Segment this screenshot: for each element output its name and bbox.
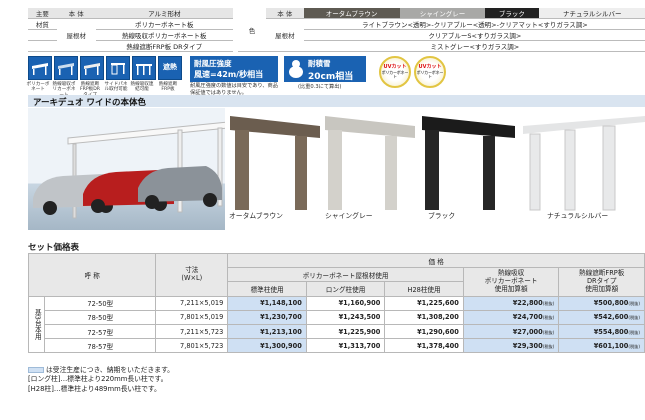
spec-material-label: 材質	[28, 18, 57, 30]
price-table: 呼 称 寸法 (W×L) 価 格 ポリカーボネート屋根材使用 熱線吸収 ポリカー…	[27, 252, 645, 354]
row-frp-price: ¥500,800(税抜)	[558, 295, 645, 311]
wind-value: 風速=42m/秒相当	[194, 70, 264, 79]
row-heat-price: ¥24,700(税抜)	[462, 309, 560, 325]
spec-main-label: 主要	[28, 8, 57, 19]
variant-label-natural-silver: ナチュラルシルバー	[547, 212, 609, 220]
price-head-name: 呼 称	[27, 253, 157, 297]
row-long-price: ¥1,243,500	[305, 309, 386, 325]
row-standard-price: ¥1,230,700	[227, 309, 307, 325]
roof-color-row: ミストグレー<すりガラス調>	[303, 40, 645, 52]
row-h28-price: ¥1,308,200	[384, 309, 464, 325]
carport-photo	[28, 108, 229, 230]
table-row: 基3台本用 72-50型 7,211×5,019 ¥1,148,100 ¥1,1…	[27, 295, 645, 354]
feature-badges: 遮熱	[28, 56, 182, 80]
footnote: は受注生産につき、納期をいただきます。	[28, 366, 174, 375]
uv-cut-badge: UVカット ポリカーボネート	[379, 56, 411, 88]
uv-cut-badge: UVカット ポリカーボネート	[414, 56, 446, 88]
color-spec-table: 色 本 体 オータムブラウン シャイングレー ブラック ナチュラルシルバー 屋根…	[238, 8, 645, 52]
wind-resistance-badge: 耐風圧強度 風速=42m/秒相当	[190, 56, 278, 82]
variant-label-black: ブラック	[428, 212, 456, 220]
wind-title: 耐風圧強度	[194, 59, 232, 68]
table-row: 72-57型 7,211×5,723 ¥1,213,100 ¥1,225,900…	[29, 323, 645, 340]
spec-roof-value: 熱線遮断FRP板 DRタイプ	[95, 40, 233, 52]
row-standard-price: ¥1,148,100	[227, 295, 307, 311]
snow-value: 20cm相当	[308, 72, 354, 82]
row-long-price: ¥1,160,900	[305, 295, 386, 311]
price-head-frp: 熱線遮断FRP板 DRタイプ 使用加算額	[558, 267, 645, 297]
price-head-price: 価 格	[227, 252, 645, 269]
roof-frp-icon	[80, 56, 104, 80]
row-name: 72-57型	[44, 323, 157, 340]
row-standard-price: ¥1,213,100	[227, 323, 307, 340]
row-h28-price: ¥1,225,600	[384, 295, 464, 311]
footnote: [ロング柱]…標準柱より220mm長い柱です。	[28, 375, 168, 384]
snowman-icon	[288, 60, 304, 78]
carport-illustration	[33, 121, 229, 219]
variant-label-shine-gray: シャイングレー	[325, 212, 373, 220]
price-group-label: 基3台本用	[27, 295, 46, 354]
row-size: 7,801×5,019	[155, 309, 229, 325]
spec-roof-value: ポリカーボネート板	[95, 18, 233, 30]
table-row: 78-57型 7,801×5,723 ¥1,300,900 ¥1,313,700…	[29, 338, 645, 354]
made-to-order-swatch	[28, 367, 44, 373]
spec-body-head: 本 体	[56, 8, 96, 19]
color-autumn-brown: オータムブラウン	[303, 8, 400, 19]
snow-note: (比重0.3にて算出)	[298, 84, 342, 90]
row-frp-price: ¥554,800(税抜)	[558, 323, 645, 340]
color-label: 色	[238, 8, 266, 52]
snow-title: 耐積雪	[308, 59, 331, 68]
row-h28-price: ¥1,378,400	[384, 338, 464, 354]
snow-resistance-badge: 耐積雪 20cm相当	[284, 56, 366, 82]
footnote: [H28柱]…標準柱より489mm長い柱です。	[28, 384, 161, 393]
roof-poly-icon	[28, 56, 52, 80]
spec-roof-value: 熱線吸収ポリカーボネート板	[95, 29, 233, 41]
price-table-title: セット価格表	[28, 243, 80, 253]
color-natural-silver: ナチュラルシルバー	[538, 8, 645, 19]
footnotes: は受注生産につき、納期をいただきます。 [ロング柱]…標準柱より220mm長い柱…	[28, 366, 174, 394]
color-black: ブラック	[485, 8, 539, 19]
row-heat-price: ¥27,000(税抜)	[462, 323, 560, 340]
roof-color-row: ライトブラウン<透明>-クリアブルー<透明>-クリアマット<すりガラス調>	[303, 18, 645, 30]
row-name: 72-50型	[44, 295, 157, 311]
material-spec-table: 主要 本 体 アルミ形材 材質 屋根材 ポリカーボネート板 熱線吸収ポリカーボネ…	[28, 8, 233, 52]
spec-body-value: アルミ形材	[95, 8, 233, 19]
row-heat-price: ¥22,800(税抜)	[462, 295, 560, 311]
row-size: 7,211×5,019	[155, 295, 229, 311]
row-frp-price: ¥542,600(税抜)	[558, 309, 645, 325]
uv-cut-sub: ポリカーボネート	[381, 69, 409, 79]
row-size: 7,801×5,723	[155, 338, 229, 354]
price-head-h28: H28柱使用	[384, 281, 464, 297]
frame-icon	[132, 56, 156, 80]
table-row: 78-50型 7,801×5,019 ¥1,230,700 ¥1,243,500…	[29, 309, 645, 325]
variant-label-autumn-brown: オータムブラウン	[229, 212, 283, 220]
shade-badge: 遮熱	[158, 56, 182, 80]
price-head-poly: ポリカーボネート屋根材使用	[227, 267, 464, 283]
row-standard-price: ¥1,300,900	[227, 338, 307, 354]
price-head-long: ロング柱使用	[305, 281, 386, 297]
color-body-head: 本 体	[266, 8, 304, 19]
roof-color-row: クリアブルーS<すりガラス調>	[303, 29, 645, 41]
price-head-standard: 標準柱使用	[227, 281, 307, 297]
row-h28-price: ¥1,290,600	[384, 323, 464, 340]
roof-heat-poly-icon	[54, 56, 78, 80]
row-size: 7,211×5,723	[155, 323, 229, 340]
row-frp-price: ¥601,100(税抜)	[558, 338, 645, 354]
section-title: アーキデュオ ワイドの本体色	[33, 98, 146, 108]
row-name: 78-57型	[44, 338, 157, 354]
price-head-size: 寸法 (W×L)	[155, 253, 229, 297]
spec-roof-label: 屋根材	[56, 18, 96, 52]
uv-cut-sub: ポリカーボネート	[416, 69, 444, 79]
row-long-price: ¥1,225,900	[305, 323, 386, 340]
price-head-heat: 熱線吸収 ポリカーボネート 使用加算額	[462, 267, 560, 297]
row-heat-price: ¥29,300(税抜)	[462, 338, 560, 354]
color-roof-label: 屋根材	[266, 18, 304, 52]
row-long-price: ¥1,313,700	[305, 338, 386, 354]
row-name: 78-50型	[44, 309, 157, 325]
color-shine-gray: シャイングレー	[399, 8, 486, 19]
side-panel-icon	[106, 56, 130, 80]
